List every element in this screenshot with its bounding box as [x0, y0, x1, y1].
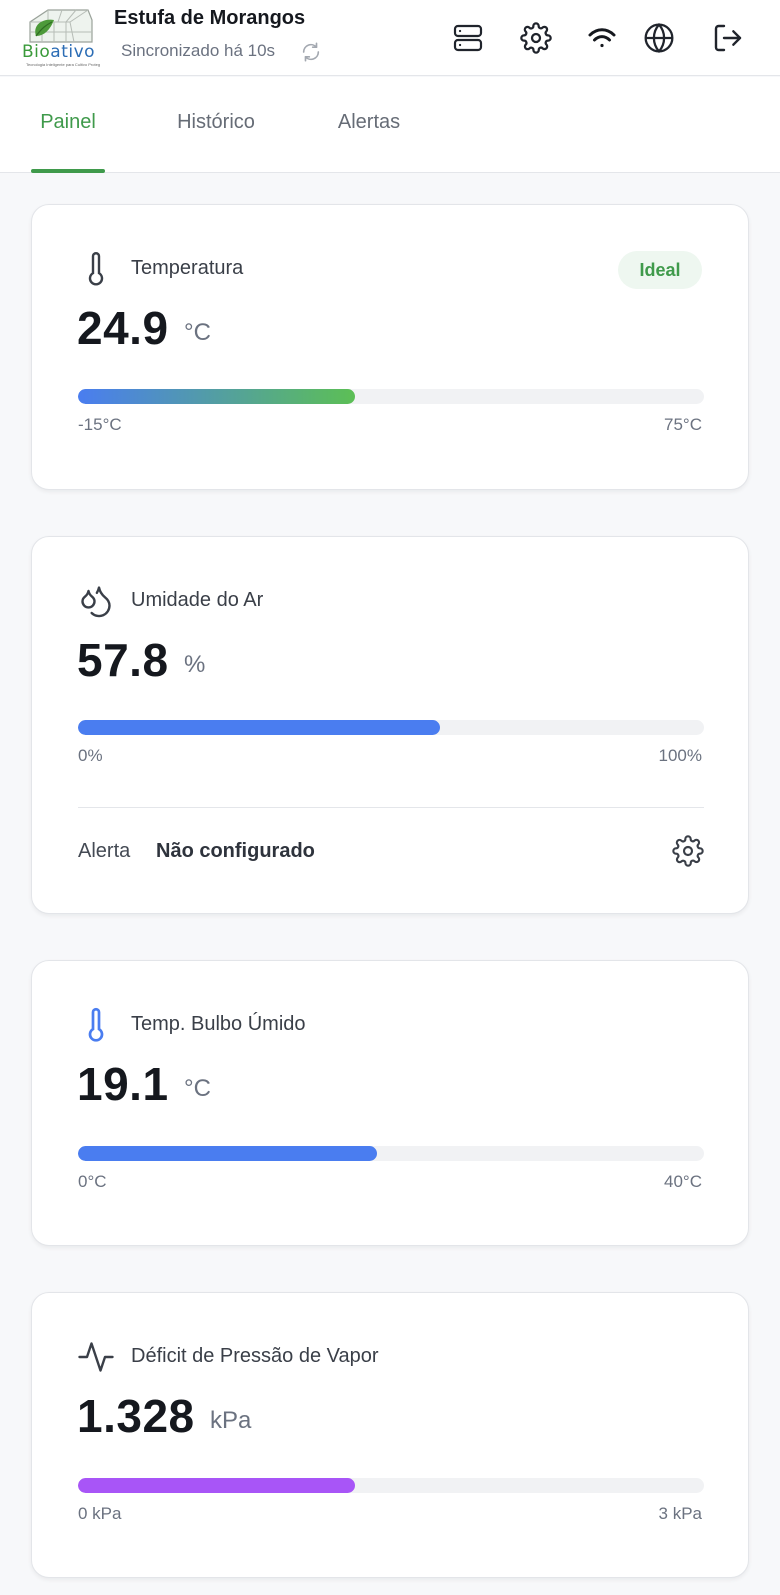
wet-bulb-unit: °C: [184, 1075, 211, 1102]
sync-status: Sincronizado há 10s: [121, 41, 276, 60]
temperature-progress-bar: [78, 389, 704, 404]
globe-icon[interactable]: [643, 22, 675, 54]
card-title: Umidade do Ar: [131, 589, 264, 611]
vpd-value: 1.328: [77, 1390, 195, 1442]
range-min-label: 0°C: [78, 1172, 107, 1191]
range-max-label: 3 kPa: [658, 1504, 702, 1523]
range-max-label: 40°C: [664, 1172, 702, 1191]
app-title: Estufa de Morangos: [114, 7, 306, 29]
humidity-value: 57.8: [77, 634, 169, 686]
bioativo-logo: Bioativo Tecnologia Inteligente para Cul…: [22, 6, 100, 70]
logo-tagline: Tecnologia Inteligente para Cultivo Prot…: [26, 62, 100, 67]
vpd-progress-bar: [78, 1478, 704, 1493]
range-max-label: 75°C: [664, 415, 702, 434]
temperature-unit: °C: [184, 319, 211, 346]
alert-settings-gear-icon[interactable]: [672, 835, 704, 867]
thermometer-icon: [78, 251, 114, 287]
refresh-icon[interactable]: [300, 41, 322, 63]
range-min-label: 0 kPa: [78, 1504, 122, 1523]
server-icon[interactable]: [452, 22, 484, 54]
wet-bulb-progress-bar: [78, 1146, 704, 1161]
wet-bulb-value: 19.1: [77, 1058, 169, 1110]
wet-bulb-progress-fill: [78, 1146, 378, 1161]
tab-painel[interactable]: Painel: [31, 77, 105, 173]
alert-status: Não configurado: [156, 840, 315, 862]
vpd-unit: kPa: [210, 1407, 252, 1434]
card-title: Temp. Bulbo Úmido: [131, 1013, 306, 1035]
activity-icon: [78, 1339, 114, 1375]
logo-wordmark: Bioativo: [22, 42, 96, 62]
vpd-progress-fill: [78, 1478, 356, 1493]
alert-label: Alerta: [78, 840, 131, 862]
temperature-value: 24.9: [77, 302, 169, 354]
wet-bulb-card: Temp. Bulbo Úmido 19.1 °C 0°C 40°C: [31, 960, 749, 1246]
range-min-label: -15°C: [78, 415, 122, 434]
humidity-unit: %: [184, 651, 206, 678]
humidity-card: Umidade do Ar 57.8 % 0% 100% Alerta Não …: [31, 536, 749, 914]
card-title: Temperatura: [131, 257, 244, 279]
wifi-icon[interactable]: [586, 22, 618, 54]
card-title: Déficit de Pressão de Vapor: [131, 1345, 379, 1367]
thermometer-icon: [78, 1007, 114, 1043]
logout-icon[interactable]: [712, 22, 744, 54]
app-header: Bioativo Tecnologia Inteligente para Cul…: [0, 0, 780, 76]
status-badge: Ideal: [618, 251, 702, 289]
temperature-card: Temperatura Ideal 24.9 °C -15°C 75°C: [31, 204, 749, 490]
range-max-label: 100%: [658, 746, 702, 765]
droplets-icon: [78, 583, 114, 619]
tab-bar: Painel Histórico Alertas: [0, 77, 780, 173]
humidity-progress-bar: [78, 720, 704, 735]
tab-historico[interactable]: Histórico: [164, 77, 268, 173]
tab-alertas[interactable]: Alertas: [328, 77, 410, 173]
settings-gear-icon[interactable]: [520, 22, 552, 54]
temperature-progress-fill: [78, 389, 356, 404]
humidity-progress-fill: [78, 720, 440, 735]
greenhouse-logo-icon: [29, 9, 93, 43]
vpd-card: Déficit de Pressão de Vapor 1.328 kPa 0 …: [31, 1292, 749, 1578]
divider: [78, 807, 704, 808]
range-min-label: 0%: [78, 746, 103, 765]
